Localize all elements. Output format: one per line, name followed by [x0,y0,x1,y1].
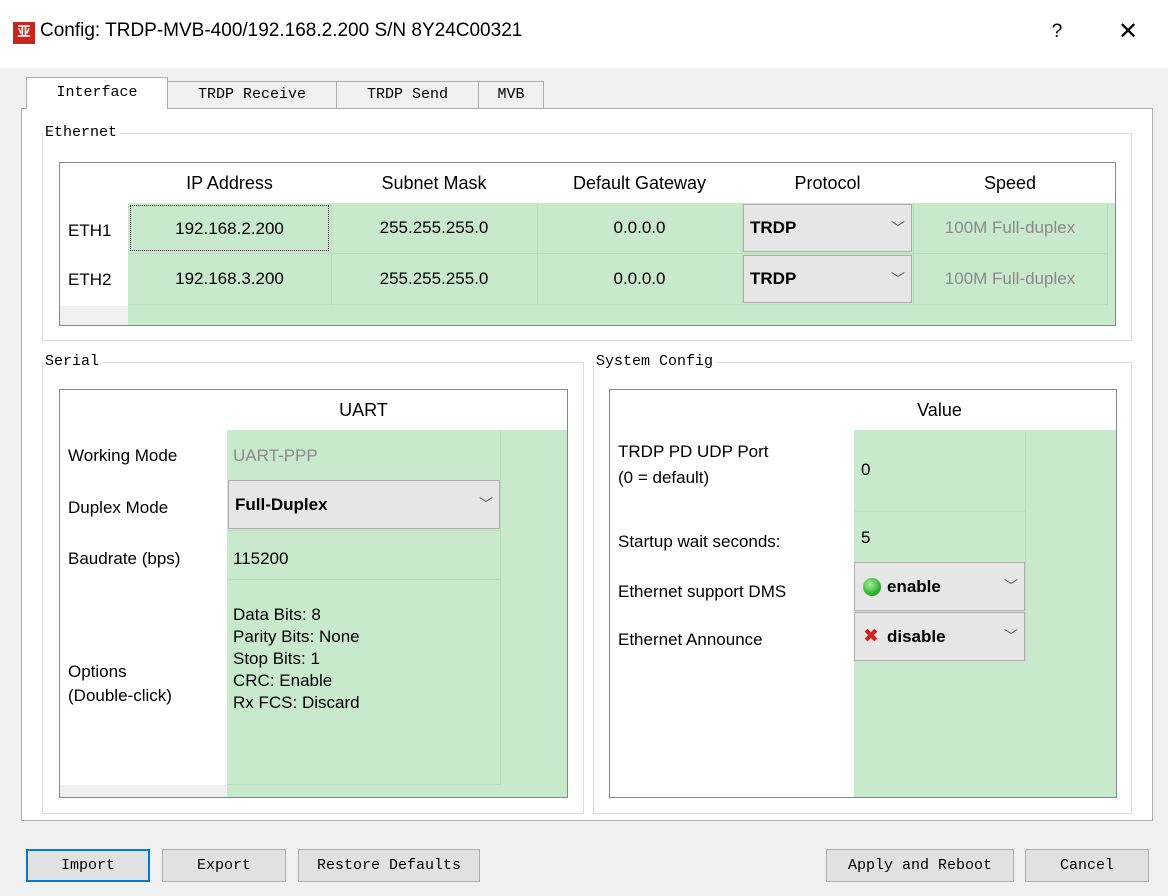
startup-wait-value[interactable]: 5 [861,528,870,548]
row-label-eth1: ETH1 [68,221,112,240]
eth2-protocol-value: TRDP [750,269,797,288]
chevron-down-icon: ﹀ [1004,578,1018,594]
option-crc: CRC: Enable [233,671,333,690]
col-default-gateway: Default Gateway [572,173,707,193]
udp-port-value[interactable]: 0 [861,460,870,480]
ethernet-grid-footer [60,306,128,325]
ethernet-announce-value: disable [887,627,946,646]
working-mode-value: UART-PPP [233,446,318,465]
apply-and-reboot-button[interactable]: Apply and Reboot [826,849,1014,882]
ethernet-group-title: Ethernet [43,123,121,143]
col-speed: Speed [983,173,1037,193]
eth1-speed: 100M Full-duplex [944,218,1076,237]
ethernet-dms-label: Ethernet support DMS [618,582,787,601]
app-logo-icon: 亚 [13,22,35,44]
eth2-speed: 100M Full-duplex [944,269,1076,288]
eth2-subnet-mask[interactable]: 255.255.255.0 [331,254,537,304]
export-button[interactable]: Export [162,849,286,882]
title-bar: 亚 Config: TRDP-MVB-400/192.168.2.200 S/N… [0,0,1168,68]
restore-defaults-button[interactable]: Restore Defaults [298,849,480,882]
tab-trdp-send[interactable]: TRDP Send [336,81,479,108]
serial-grid: UART Working Mode Duplex Mode Baudrate (… [59,389,568,798]
eth1-protocol-value: TRDP [750,218,797,237]
eth2-ip-address[interactable]: 192.168.3.200 [128,254,331,304]
tab-mvb[interactable]: MVB [478,81,544,108]
baudrate-value[interactable]: 115200 [233,549,288,569]
window-title: Config: TRDP-MVB-400/192.168.2.200 S/N 8… [40,20,523,41]
help-button[interactable]: ? [1040,14,1074,50]
option-rx-fcs: Rx FCS: Discard [233,693,360,712]
col-subnet-mask: Subnet Mask [381,173,487,193]
working-mode-label: Working Mode [68,446,178,465]
eth1-subnet-mask[interactable]: 255.255.255.0 [331,203,537,253]
udp-port-label: TRDP PD UDP Port [618,442,769,461]
chevron-down-icon: ﹀ [1004,628,1018,644]
system-config-group-title: System Config [594,352,717,372]
system-config-grid: Value TRDP PD UDP Port (0 = default) Sta… [609,389,1117,798]
chevron-down-icon: ﹀ [479,496,493,512]
eth1-protocol-select[interactable]: TRDP ﹀ [743,204,912,252]
eth2-protocol-select[interactable]: TRDP ﹀ [743,255,912,303]
ethernet-announce-select[interactable]: ✖ disable ﹀ [854,612,1025,661]
eth1-default-gateway[interactable]: 0.0.0.0 [537,203,742,253]
option-data-bits: Data Bits: 8 [233,605,321,624]
tab-trdp-receive[interactable]: TRDP Receive [167,81,337,108]
tab-interface[interactable]: Interface [26,77,168,109]
serial-group-title: Serial [43,352,103,372]
serial-grid-footer [60,785,227,797]
udp-port-hint-label: (0 = default) [618,468,710,487]
duplex-mode-value: Full-Duplex [235,495,328,514]
ethernet-dms-select[interactable]: enable ﹀ [854,562,1025,611]
close-icon[interactable]: ✕ [1108,14,1148,50]
chevron-down-icon: ﹀ [891,220,905,236]
baudrate-label: Baudrate (bps) [68,549,181,568]
eth2-default-gateway[interactable]: 0.0.0.0 [537,254,742,304]
startup-wait-label: Startup wait seconds: [618,532,781,551]
col-value: Value [917,400,962,420]
options-hint-label: (Double-click) [68,686,172,705]
col-protocol: Protocol [794,173,861,193]
row-label-eth2: ETH2 [68,270,112,289]
import-button[interactable]: Import [26,849,150,882]
eth1-ip-address[interactable]: 192.168.2.200 [130,205,329,251]
duplex-mode-label: Duplex Mode [68,498,169,517]
ethernet-announce-label: Ethernet Announce [618,630,763,649]
options-label: Options [68,662,127,681]
red-x-icon: ✖ [863,626,879,647]
duplex-mode-select[interactable]: Full-Duplex ﹀ [228,480,500,529]
options-value[interactable]: Data Bits: 8 Parity Bits: None Stop Bits… [233,604,360,714]
chevron-down-icon: ﹀ [891,271,905,287]
green-dot-icon [863,578,881,596]
ethernet-dms-value: enable [887,577,941,596]
option-stop-bits: Stop Bits: 1 [233,649,320,668]
cancel-button[interactable]: Cancel [1025,849,1149,882]
col-uart: UART [339,400,388,420]
option-parity-bits: Parity Bits: None [233,627,360,646]
col-ip-address: IP Address [186,173,273,193]
ethernet-grid: IP Address Subnet Mask Default Gateway P… [59,162,1116,326]
